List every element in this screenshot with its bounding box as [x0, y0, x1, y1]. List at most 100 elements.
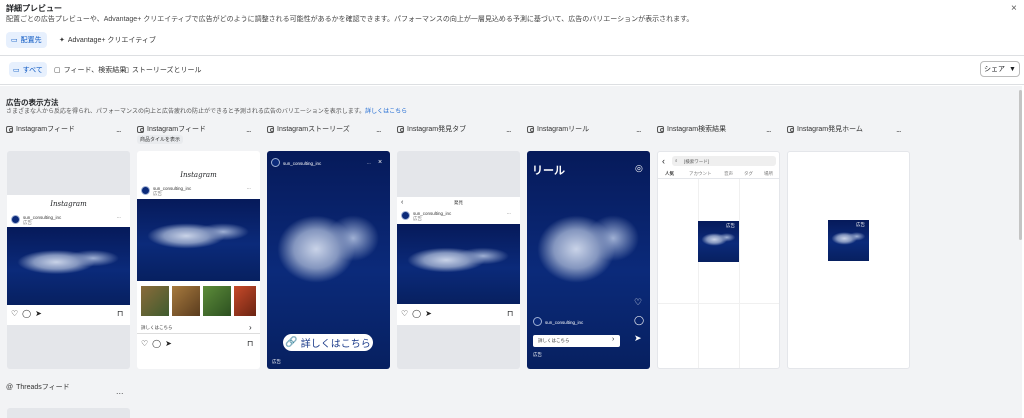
bookmark-icon[interactable]: ⊓	[117, 309, 123, 318]
column-label: Instagram発見ホーム	[787, 124, 863, 134]
more-options-button[interactable]: ...	[766, 124, 771, 134]
sponsored-label: 広告	[23, 220, 32, 225]
sponsored-label: 広告	[413, 216, 422, 221]
avatar	[271, 158, 280, 167]
share-button[interactable]: シェア ▼	[980, 61, 1020, 77]
search-tab[interactable]: アカウント	[689, 171, 712, 177]
column-label: Instagram検索結果	[657, 124, 726, 134]
tab-advantage-creative[interactable]: ✦ Advantage+ クリエイティブ	[54, 32, 161, 48]
preview-card-instagram-stories[interactable]: sun_consulting_inc ... × 🔗 詳しくはこちら 広告	[267, 151, 390, 369]
action-icons: ♡ ◯ ➤	[11, 309, 42, 318]
heart-icon[interactable]: ♡	[141, 339, 148, 348]
instagram-icon	[397, 125, 404, 133]
more-options-button[interactable]: ...	[896, 124, 901, 134]
sponsored-label: 広告	[272, 359, 281, 364]
more-icon[interactable]: ...	[367, 160, 371, 165]
threads-icon: @	[6, 383, 14, 391]
link-icon: 🔗	[285, 337, 298, 348]
share-icon[interactable]: ➤	[165, 339, 172, 348]
section-description: さまざまな人から反応を得られ、パフォーマンスの向上と広告疲れの防止ができると予測…	[6, 109, 408, 115]
instagram-icon	[787, 125, 794, 133]
preview-card-instagram-reels[interactable]: リール ◎ ♡ ◯ ➤ sun_consulting_inc 詳しくはこちら ›…	[527, 151, 650, 369]
scrollbar[interactable]	[1019, 90, 1022, 240]
filter-all-label: すべて	[22, 66, 43, 74]
comment-icon[interactable]: ◯	[22, 309, 31, 318]
cta-button[interactable]: 詳しくはこちら ›	[533, 335, 620, 347]
preview-card-instagram-feed-products[interactable]: Instagram sun_consulting_inc 広告 ... 詳しくは…	[137, 151, 260, 369]
filter-stories-reels[interactable]: ▯ ストーリーズとリール	[121, 62, 206, 77]
sponsored-label: 広告	[153, 191, 162, 196]
instagram-icon	[137, 125, 144, 133]
cta-text[interactable]: 詳しくはこちら	[141, 325, 173, 331]
search-input[interactable]: ⌕ [検索ワード]	[672, 156, 776, 166]
search-tab[interactable]: 人気	[665, 171, 674, 177]
share-icon[interactable]: ➤	[634, 333, 642, 344]
preview-card-instagram-search[interactable]: ‹ ⌕ [検索ワード] 人気 アカウント 音声 タグ 場所 広告	[657, 151, 780, 369]
instagram-icon	[527, 125, 534, 133]
sponsored-label: 広告	[533, 352, 542, 357]
learn-more-link[interactable]: 詳しくはこちら	[365, 109, 407, 115]
filter-all[interactable]: ▭ すべて	[9, 62, 47, 77]
close-icon[interactable]: ×	[378, 159, 382, 166]
more-icon[interactable]: ...	[247, 185, 251, 190]
cta-button[interactable]: 🔗 詳しくはこちら	[283, 334, 373, 351]
sparkle-icon: ✦	[59, 37, 65, 44]
action-icons: ♡ ◯ ➤	[141, 339, 172, 348]
account-name: sun_consulting_inc	[283, 161, 322, 166]
grid-line	[698, 179, 699, 368]
preview-card-instagram-explore-home[interactable]: 広告	[787, 151, 910, 369]
preview-card-instagram-explore[interactable]: ‹ 発見 sun_consulting_inc 広告 ... ♡ ◯ ➤ ⊓	[397, 151, 520, 369]
share-icon[interactable]: ➤	[35, 309, 42, 318]
more-options-button[interactable]: ...	[506, 124, 511, 134]
comment-icon[interactable]: ◯	[634, 315, 644, 326]
more-icon[interactable]: ...	[117, 214, 121, 219]
more-options-button[interactable]: ...	[116, 386, 124, 396]
ad-image	[397, 224, 520, 304]
explore-header: 発見	[454, 200, 463, 205]
avatar	[401, 211, 410, 220]
search-tab[interactable]: タグ	[744, 171, 753, 177]
avatar	[11, 215, 20, 224]
back-icon[interactable]: ‹	[662, 156, 665, 166]
close-icon[interactable]: ×	[1011, 3, 1017, 14]
more-options-button[interactable]: ...	[116, 124, 121, 134]
product-tile[interactable]	[203, 286, 231, 316]
product-tile[interactable]	[141, 286, 169, 316]
share-icon[interactable]: ➤	[425, 309, 432, 318]
camera-icon[interactable]: ◎	[635, 163, 643, 174]
ad-thumbnail[interactable]: 広告	[698, 221, 739, 262]
comment-icon[interactable]: ◯	[152, 339, 161, 348]
instagram-icon	[267, 125, 274, 133]
preview-card-threads-feed[interactable]	[7, 408, 130, 418]
product-tile[interactable]	[234, 286, 256, 316]
bookmark-icon[interactable]: ⊓	[507, 309, 513, 318]
comment-icon[interactable]: ◯	[412, 309, 421, 318]
search-tab[interactable]: 音声	[724, 171, 733, 177]
more-options-button[interactable]: ...	[376, 124, 381, 134]
action-icons: ♡ ◯ ➤	[401, 309, 432, 318]
explore-post: ‹ 発見 sun_consulting_inc 広告 ... ♡ ◯ ➤ ⊓	[397, 197, 520, 325]
heart-icon[interactable]: ♡	[11, 309, 18, 318]
placement-icon: ▭	[11, 37, 18, 44]
heart-icon[interactable]: ♡	[401, 309, 408, 318]
page-subtitle: 配置ごとの広告プレビューや、Advantage+ クリエイティブで広告がどのよう…	[6, 16, 694, 23]
filter-feed-search[interactable]: ▢ フィード、検索結果	[50, 62, 130, 77]
product-tile[interactable]	[172, 286, 200, 316]
search-tab[interactable]: 場所	[764, 171, 773, 177]
more-icon[interactable]: ...	[507, 210, 511, 215]
preview-card-instagram-feed[interactable]: Instagram sun_consulting_inc 広告 ... ♡ ◯ ➤ …	[7, 151, 130, 369]
bookmark-icon[interactable]: ⊓	[247, 339, 253, 348]
more-options-button[interactable]: ...	[636, 124, 641, 134]
ad-thumbnail[interactable]: 広告	[828, 220, 869, 261]
more-options-button[interactable]: ...	[246, 124, 251, 134]
column-label: @ Threadsフィード	[6, 383, 70, 392]
placement-icon: ▭	[13, 66, 20, 74]
chevron-right-icon: ›	[612, 336, 615, 343]
tab-placements[interactable]: ▭ 配置先	[6, 32, 47, 48]
column-label: Instagram発見タブ	[397, 124, 466, 134]
share-label: シェア	[984, 66, 1006, 73]
product-tile-badge: 商品タイルを表示	[137, 135, 184, 144]
filter-feed-label: フィード、検索結果	[63, 66, 127, 74]
heart-icon[interactable]: ♡	[634, 297, 642, 308]
phone-icon: ▯	[125, 66, 129, 74]
